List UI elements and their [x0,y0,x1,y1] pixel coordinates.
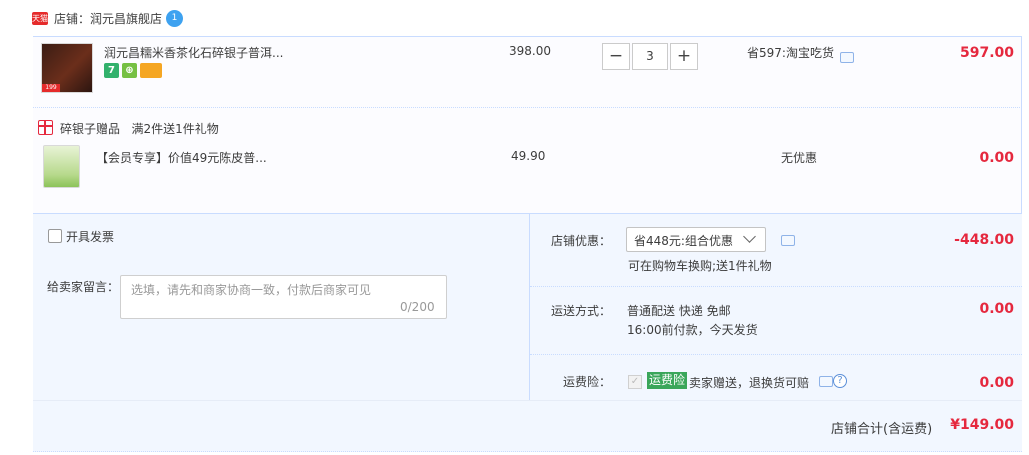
shop-discount-amount: -448.00 [954,232,1014,248]
insurance-info-icon[interactable] [819,376,833,387]
tmall-logo-icon: 天猫 [32,12,48,25]
memo-char-count: 0/200 [400,300,435,314]
seven-day-return-icon[interactable]: 7 [104,63,119,78]
invoice-label[interactable]: 开具发票 [66,228,114,245]
item-subtotal: 597.00 [959,45,1014,61]
shop-discount-label: 店铺优惠： [551,234,612,248]
shipping-amount: 0.00 [979,301,1014,317]
invoice-checkbox[interactable] [48,229,62,243]
price-tag: 199 [42,84,60,92]
chat-seller-icon[interactable]: 1 [166,10,183,27]
shop-discount-note: 可在购物车换购;送1件礼物 [628,259,772,273]
divider [530,354,1022,355]
divider [530,286,1022,287]
shop-total-amount: ¥149.00 [950,417,1014,433]
insurance-checkbox: ✓ [628,375,642,389]
product-title-link[interactable]: 润元昌糯米香茶化石碎银子普洱... [104,44,283,61]
gift-section-label: 碎银子赠品 满2件送1件礼物 [60,120,219,137]
insurance-amount: 0.00 [979,375,1014,391]
gift-thumbnail[interactable] [43,145,80,188]
shop-discount-value: 省448元:组合优惠 [634,234,733,248]
gift-promotion: 无优惠 [781,151,818,165]
gift-section-title: 碎银子赠品 [60,122,121,136]
shipping-note: 16:00前付款，今天发货 [627,323,758,337]
service-icons: 7 ⊕ [104,63,162,79]
help-icon[interactable]: ? [833,374,847,388]
quantity-decrease-button[interactable]: − [602,43,630,70]
shipping-method: 普通配送 快递 免邮 [627,304,731,318]
insurance-badge: 运费险 [647,372,688,389]
product-thumbnail[interactable]: 199 [41,43,93,93]
item-promotion: 省597:淘宝吃货 [747,46,834,60]
gift-price: 49.90 [511,149,546,163]
shop-name-link[interactable]: 店铺：润元昌旗舰店 [54,10,162,27]
gift-subtotal: 0.00 [979,150,1014,166]
promo-info-icon[interactable] [840,52,854,63]
unit-price: 398.00 [509,44,551,58]
insurance-label: 运费险： [563,375,612,389]
guarantee-icon[interactable]: ⊕ [122,63,137,78]
memo-placeholder: 选填，请先和商家协商一致，付款后商家可见 [131,283,372,297]
memo-label: 给卖家留言： [47,280,120,294]
panel-border [1021,36,1022,214]
shop-total-label: 店铺合计(含运费) [831,422,933,437]
quantity-input[interactable]: 3 [632,43,668,70]
insurance-text: 卖家赠送，退换货可赔 [689,376,810,390]
gift-title-link[interactable]: 【会员专享】价值49元陈皮普... [96,149,267,166]
shipping-label: 运送方式： [551,304,612,318]
gift-rule: 满2件送1件礼物 [131,122,219,136]
gift-icon [38,120,53,135]
quantity-increase-button[interactable]: + [670,43,698,70]
discount-info-icon[interactable] [781,235,795,246]
card-payment-icon[interactable] [140,63,162,78]
quantity-stepper: − 3 + [602,43,698,70]
divider [33,107,1022,108]
